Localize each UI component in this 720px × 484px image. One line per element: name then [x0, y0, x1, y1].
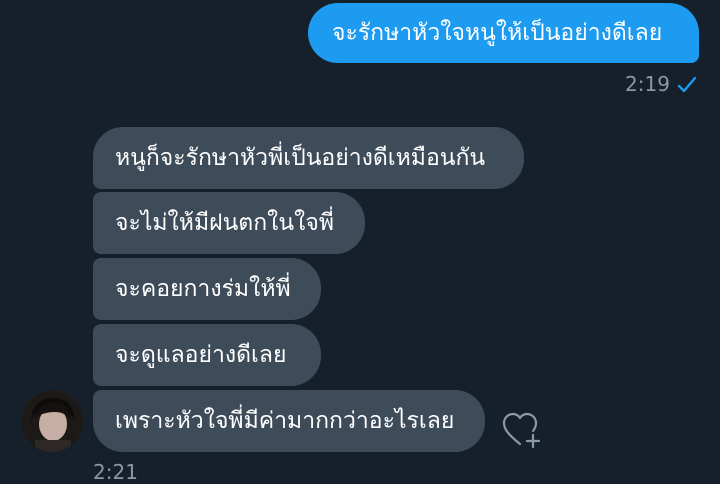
message-text: จะคอยกางร่มให้พี่ — [115, 275, 291, 302]
received-message-bubble[interactable]: จะคอยกางร่มให้พี่ — [93, 258, 321, 320]
message-text: หนูก็จะรักษาหัวพี่เป็นอย่างดีเหมือนกัน — [115, 144, 486, 171]
avatar-image — [21, 390, 83, 452]
received-message-bubble[interactable]: หนูก็จะรักษาหัวพี่เป็นอย่างดีเหมือนกัน — [93, 127, 524, 189]
message-text: จะดูแลอย่างดีเลย — [115, 341, 287, 368]
check-icon — [677, 76, 697, 93]
message-text: จะไม่ให้มีฝนตกในใจพี่ — [115, 209, 334, 236]
message-text: จะรักษาหัวใจหนูให้เป็นอย่างดีเลย — [332, 19, 663, 46]
received-message-bubble[interactable]: เพราะหัวใจพี่มีค่ามากกว่าอะไรเลย — [93, 390, 485, 452]
heart-plus-icon[interactable] — [500, 410, 544, 450]
received-message-bubble[interactable]: จะดูแลอย่างดีเลย — [93, 324, 321, 386]
received-message-bubble[interactable]: จะไม่ให้มีฝนตกในใจพี่ — [93, 192, 365, 254]
received-timestamp: 2:21 — [93, 460, 138, 484]
message-text: เพราะหัวใจพี่มีค่ามากกว่าอะไรเลย — [115, 407, 455, 434]
sent-message-bubble[interactable]: จะรักษาหัวใจหนูให้เป็นอย่างดีเลย — [308, 3, 699, 63]
avatar[interactable] — [21, 390, 83, 452]
sent-timestamp: 2:19 — [625, 72, 670, 96]
